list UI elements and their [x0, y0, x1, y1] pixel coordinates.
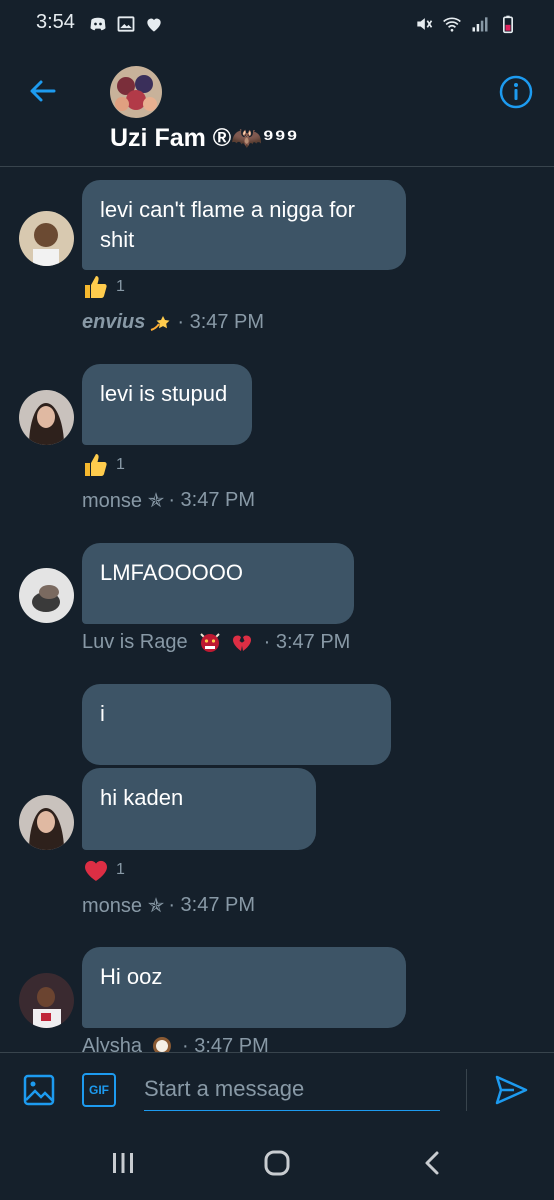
- composer-divider: [466, 1069, 467, 1111]
- message-text: levi can't flame a nigga for shit: [100, 197, 355, 252]
- image-icon: [117, 16, 135, 32]
- message-time: · 3:47 PM: [263, 630, 351, 653]
- message-reaction[interactable]: 1: [82, 855, 125, 885]
- image-attach-icon[interactable]: [22, 1073, 56, 1107]
- group-avatar[interactable]: [110, 66, 162, 118]
- broken-heart-icon: [232, 635, 251, 651]
- avatar-image: [19, 390, 74, 445]
- mute-icon: [417, 18, 433, 30]
- message-reaction[interactable]: 1: [82, 450, 125, 480]
- avatar-image: [19, 795, 74, 850]
- sender-name: monse ✯: [82, 490, 165, 512]
- message-time: · 3:47 PM: [168, 489, 256, 511]
- reaction-count: 1: [116, 861, 125, 878]
- coconut-icon: [153, 1037, 172, 1052]
- discord-icon: [90, 17, 106, 31]
- back-arrow-icon[interactable]: [26, 74, 60, 108]
- message-bubble[interactable]: hi kaden: [82, 768, 316, 850]
- avatar-image: [19, 973, 74, 1028]
- recent-apps-icon[interactable]: [108, 1148, 138, 1178]
- message-meta: monse ✯ · 3:47 PM: [82, 488, 255, 513]
- group-title: Uzi Fam ®🦇⁹⁹⁹: [110, 124, 298, 152]
- home-icon[interactable]: [262, 1148, 292, 1178]
- sender-avatar[interactable]: [19, 390, 74, 445]
- message-meta: monse ✯ · 3:47 PM: [82, 893, 255, 918]
- group-avatar-image: [110, 66, 162, 118]
- message-list[interactable]: levi can't flame a nigga for shit 1 envi…: [0, 168, 554, 1052]
- sender-avatar[interactable]: [19, 211, 74, 266]
- message-bubble[interactable]: i: [82, 684, 391, 765]
- message-time: · 3:47 PM: [182, 1034, 269, 1053]
- sender-avatar[interactable]: [19, 795, 74, 850]
- sender-name: monse ✯: [82, 895, 165, 917]
- reaction-count: 1: [116, 456, 125, 473]
- heart-icon: [147, 18, 161, 32]
- system-status-icons: [414, 14, 518, 34]
- signal-icon: [472, 17, 488, 32]
- send-icon[interactable]: [492, 1071, 530, 1109]
- back-nav-icon[interactable]: [418, 1148, 448, 1178]
- message-bubble[interactable]: levi is stupud: [82, 364, 252, 445]
- status-bar: 3:54: [0, 0, 554, 48]
- message-text: Hi ooz: [100, 964, 163, 989]
- message-bubble[interactable]: levi can't flame a nigga for shit: [82, 180, 406, 270]
- message-time: · 3:47 PM: [168, 894, 256, 916]
- message-bubble[interactable]: LMFAOOOOO: [82, 543, 354, 624]
- message-time: · 3:47 PM: [177, 310, 265, 333]
- dizzy-star-icon: [151, 316, 170, 331]
- message-meta: envius · 3:47 PM: [82, 310, 264, 334]
- message-text: i: [100, 701, 105, 726]
- message-meta: Alysha · 3:47 PM: [82, 1034, 269, 1052]
- avatar-image: [19, 211, 74, 266]
- sender-name: Luv is Rage: [82, 630, 188, 653]
- thumbs-up-icon: [85, 276, 107, 298]
- message-reaction[interactable]: 1: [82, 272, 125, 302]
- info-icon[interactable]: [498, 74, 534, 110]
- battery-icon: [503, 15, 513, 34]
- status-time: 3:54: [36, 11, 75, 33]
- reaction-count: 1: [116, 278, 125, 295]
- message-text: levi is stupud: [100, 381, 228, 406]
- sender-name: Alysha: [82, 1034, 143, 1053]
- message-meta: Luv is Rage · 3:47 PM: [82, 630, 350, 654]
- sender-avatar[interactable]: [19, 568, 74, 623]
- message-text: hi kaden: [100, 785, 184, 810]
- system-navigation-bar: [0, 1124, 554, 1200]
- conversation-header: Uzi Fam ®🦇⁹⁹⁹: [0, 48, 554, 167]
- message-text: LMFAOOOOO: [100, 560, 244, 585]
- message-bubble[interactable]: Hi ooz: [82, 947, 406, 1028]
- gif-button[interactable]: GIF: [82, 1073, 116, 1107]
- sender-avatar[interactable]: [19, 973, 74, 1028]
- ogre-icon: [199, 633, 220, 652]
- red-heart-icon: [84, 860, 108, 881]
- wifi-icon: [443, 17, 461, 32]
- message-composer: GIF: [0, 1052, 554, 1124]
- avatar-image: [19, 568, 74, 623]
- notification-icons: [88, 14, 164, 34]
- message-input[interactable]: [144, 1067, 440, 1111]
- sender-name: envius: [82, 310, 146, 333]
- thumbs-up-icon: [85, 454, 107, 476]
